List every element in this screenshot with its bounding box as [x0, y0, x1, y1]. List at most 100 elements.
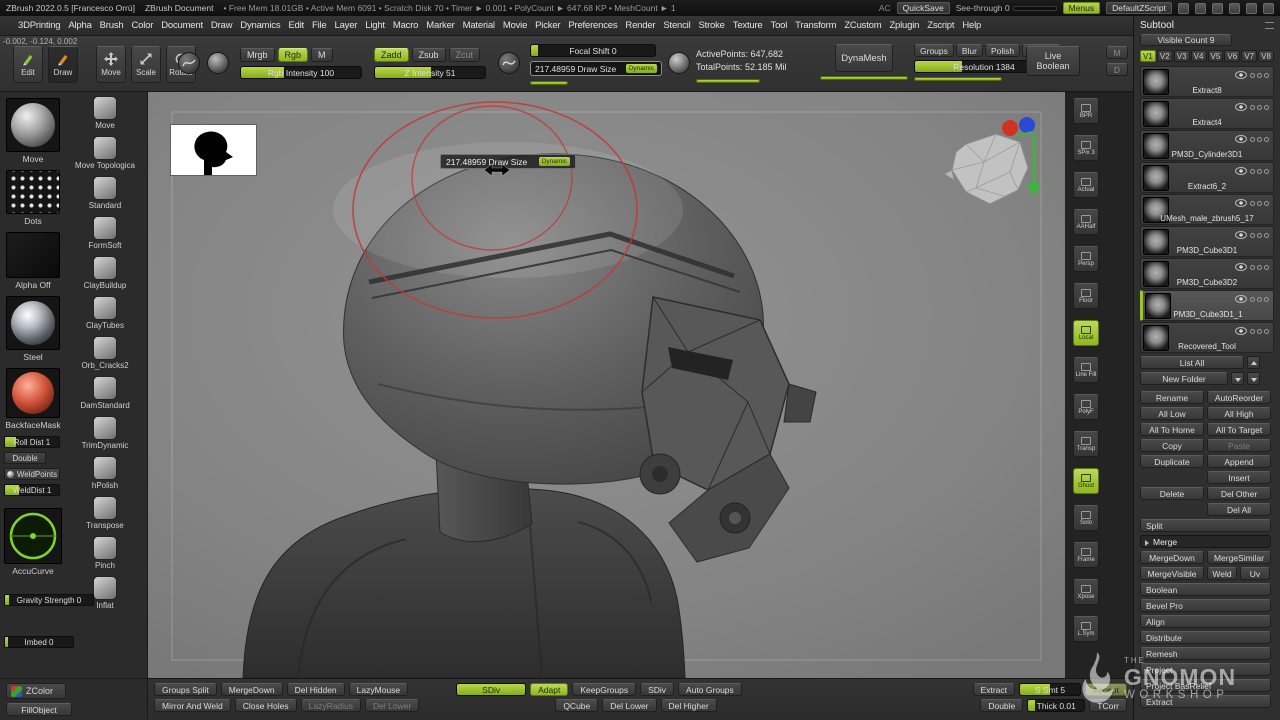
menu-item[interactable]: Transform — [791, 18, 840, 33]
palette-button[interactable]: Accept — [1085, 683, 1127, 696]
subtool-item[interactable]: PM3D_Cube3D1_1 — [1140, 290, 1274, 321]
brush-item[interactable]: ClayBuildup — [67, 256, 143, 290]
brush-item[interactable]: Transpose — [67, 496, 143, 530]
zcolor-button[interactable]: ZColor — [6, 683, 66, 699]
palette-button[interactable]: Del Higher — [661, 699, 717, 712]
shelf-toggle-button[interactable]: Persp — [1073, 246, 1099, 272]
dynamesh-option-button[interactable]: Groups — [914, 44, 954, 57]
accucurve-thumb[interactable] — [4, 508, 62, 564]
subtool-action-button[interactable]: Remesh — [1140, 647, 1271, 660]
rgb-button[interactable]: Rgb — [278, 48, 309, 62]
menu-item[interactable]: Layer — [330, 18, 361, 33]
version-tab[interactable]: V2 — [1157, 50, 1173, 62]
alpha-picker-icon[interactable] — [207, 52, 229, 74]
scroll-up-button[interactable] — [1247, 356, 1260, 369]
palette-button[interactable]: Del Lower — [602, 699, 656, 712]
draw-mode-button[interactable]: Draw — [48, 46, 78, 83]
palette-button[interactable]: SDiv — [456, 683, 526, 696]
brush-item[interactable]: TrimDynamic — [67, 416, 143, 450]
subtool-action-button[interactable]: Paste — [1207, 439, 1271, 452]
shelf-toggle-button[interactable]: Actual — [1073, 172, 1099, 198]
list-all-button[interactable]: List All — [1140, 356, 1244, 369]
palette-button[interactable]: SDiv — [640, 683, 674, 696]
subtool-action-button[interactable]: Append — [1207, 455, 1271, 468]
subtool-action-button[interactable]: Delete — [1140, 487, 1204, 500]
weld-dist-slider[interactable]: WeldDist 1 — [4, 484, 60, 496]
subtool-action-button[interactable]: All High — [1207, 407, 1271, 420]
zadd-button[interactable]: Zadd — [374, 48, 409, 62]
subtool-item[interactable]: PM3D_Cube3D1 — [1140, 226, 1274, 257]
subtool-action-button[interactable]: All Low — [1140, 407, 1204, 420]
menu-item[interactable]: Brush — [96, 18, 128, 33]
folder-collapse-button[interactable] — [1231, 372, 1244, 385]
eye-icon[interactable] — [1235, 135, 1247, 143]
palette-button[interactable]: Double — [980, 699, 1023, 712]
move-mode-button[interactable]: Move — [96, 46, 126, 83]
mini-slider[interactable] — [820, 76, 908, 80]
menu-item[interactable]: Zplugin — [885, 18, 923, 33]
palette-button[interactable]: S Smt 5 — [1019, 683, 1081, 696]
visible-count-button[interactable]: Visible Count 9 — [1140, 34, 1232, 46]
eye-icon[interactable] — [1235, 103, 1247, 111]
version-tab[interactable]: V1 — [1140, 50, 1156, 62]
palette-button[interactable]: Thick 0.01 — [1027, 699, 1085, 712]
palette-button[interactable]: KeepGroups — [572, 683, 636, 696]
brush-item[interactable]: hPolish — [67, 456, 143, 490]
palette-icon[interactable] — [1229, 3, 1240, 14]
shelf-toggle-button[interactable]: Local — [1073, 320, 1099, 346]
menu-item[interactable]: Tool — [767, 18, 792, 33]
brush-item[interactable]: Orb_Cracks2 — [67, 336, 143, 370]
menu-item[interactable]: Help — [958, 18, 985, 33]
subtool-action-button[interactable]: Distribute — [1140, 631, 1271, 644]
panel-grip-icon[interactable] — [1265, 22, 1274, 29]
subtool-action-button[interactable]: Rename — [1140, 391, 1204, 404]
rgb-intensity-slider[interactable]: Rgb Intensity 100 — [240, 66, 362, 79]
scale-mode-button[interactable]: Scale — [131, 46, 161, 83]
weldpoints-toggle[interactable]: WeldPoints — [4, 468, 60, 480]
see-through-control[interactable]: See-through 0 — [956, 3, 1057, 13]
brush-item[interactable]: Pinch — [67, 536, 143, 570]
double-button[interactable]: Double — [4, 452, 46, 464]
subtool-action-button[interactable]: Duplicate — [1140, 455, 1204, 468]
shelf-toggle-button[interactable]: BPR — [1073, 98, 1099, 124]
mini-slider[interactable] — [914, 77, 1002, 81]
palette-button[interactable]: LazyMouse — [349, 683, 408, 696]
m-button[interactable]: M — [311, 48, 333, 62]
shelf-toggle-button[interactable]: Frame — [1073, 542, 1099, 568]
menu-item[interactable]: Preferences — [564, 18, 621, 33]
eye-icon[interactable] — [1235, 327, 1247, 335]
subtool-item[interactable]: PM3D_Cube3D2 — [1140, 258, 1274, 289]
subtool-action-button[interactable]: Insert — [1207, 471, 1271, 484]
sphere-icon[interactable] — [668, 52, 690, 74]
menu-item[interactable]: Edit — [284, 18, 308, 33]
roll-dist-slider[interactable]: Roll Dist 1 — [4, 436, 60, 448]
subtool-action-button[interactable]: Copy — [1140, 439, 1204, 452]
shelf-toggle-button[interactable]: PolyF — [1073, 394, 1099, 420]
subtool-action-button[interactable]: Align — [1140, 615, 1271, 628]
menu-item[interactable]: Movie — [499, 18, 531, 33]
menu-item[interactable]: Render — [621, 18, 659, 33]
document-canvas[interactable]: 217.48959 Draw Size Dynamic — [148, 92, 1065, 678]
version-tab[interactable]: V5 — [1208, 50, 1224, 62]
shelf-toggle-button[interactable]: AAHalf — [1073, 209, 1099, 235]
eye-icon[interactable] — [1235, 199, 1247, 207]
subtool-action-button[interactable]: MergeSimilar — [1207, 551, 1271, 564]
alpha-thumb-off[interactable] — [6, 232, 60, 278]
menu-item[interactable]: Material — [459, 18, 499, 33]
version-tab[interactable]: V7 — [1241, 50, 1257, 62]
eye-icon[interactable] — [1235, 295, 1247, 303]
split-view-icon[interactable] — [1212, 3, 1223, 14]
brush-item[interactable]: Move — [67, 96, 143, 130]
menu-item[interactable]: Draw — [207, 18, 236, 33]
folder-collapse-all-button[interactable] — [1247, 372, 1260, 385]
menu-item[interactable]: Document — [157, 18, 207, 33]
menu-item[interactable]: Dynamics — [236, 18, 284, 33]
palette-button[interactable]: TCorr — [1089, 699, 1127, 712]
eye-icon[interactable] — [1235, 167, 1247, 175]
palette-button[interactable]: Del Lower — [365, 699, 419, 712]
config-icon[interactable] — [1263, 3, 1274, 14]
truncated-button[interactable]: D — [1106, 63, 1128, 76]
shelf-toggle-button[interactable]: Transp — [1073, 431, 1099, 457]
shelf-toggle-button[interactable]: L.Sym — [1073, 616, 1099, 642]
shelf-toggle-button[interactable]: Ghost — [1073, 468, 1099, 494]
